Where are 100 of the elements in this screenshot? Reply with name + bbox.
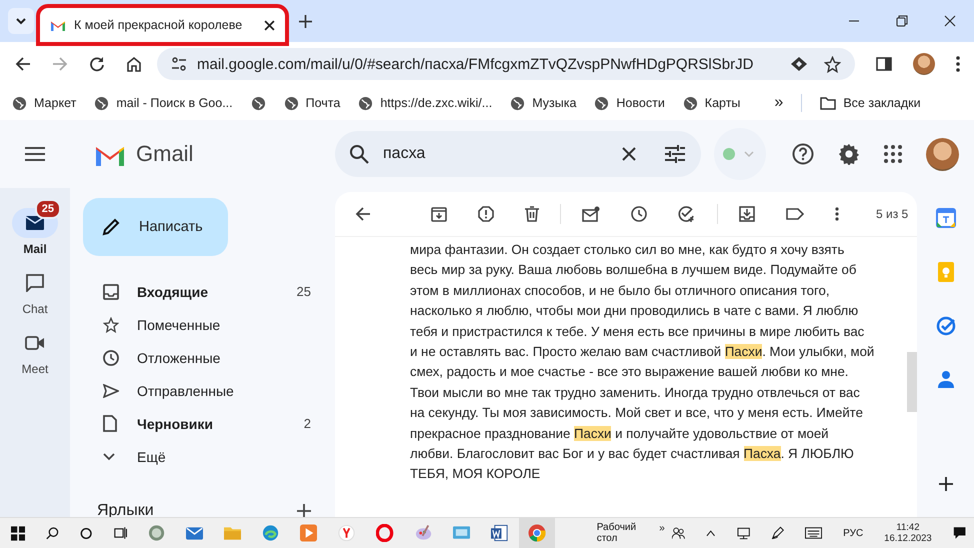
apps-grid-icon[interactable]: [884, 145, 902, 163]
globe-icon: [284, 96, 299, 110]
search-bar[interactable]: пасха: [335, 131, 701, 177]
contacts-person-icon[interactable]: [938, 370, 954, 388]
clear-icon[interactable]: [621, 146, 637, 162]
more-bookmarks-button[interactable]: »: [774, 94, 784, 112]
close-icon[interactable]: [264, 20, 275, 30]
search-icon[interactable]: [46, 526, 60, 540]
rail-nav-item[interactable]: 25 Mail: [8, 198, 62, 256]
address-bar[interactable]: mail.google.com/mail/u/0/#search/пасха/FMfcgxmZTvQZvspPNwfHDgPQRSlSbrJD: [157, 48, 855, 80]
folder-item[interactable]: Отправленные: [83, 374, 335, 407]
site-settings-icon[interactable]: [171, 57, 187, 71]
clock-icon: [103, 350, 119, 366]
gmail-favicon-icon: [50, 19, 66, 31]
mail-envelope-icon[interactable]: [186, 525, 204, 541]
back-icon[interactable]: [355, 207, 371, 221]
globe-icon: [358, 96, 374, 110]
account-avatar[interactable]: [926, 138, 959, 170]
paint-palette-icon[interactable]: [414, 524, 432, 542]
help-icon[interactable]: [792, 143, 814, 165]
unread-count-badge: 25: [34, 199, 61, 219]
circle-icon[interactable]: [80, 526, 93, 540]
add-icon[interactable]: [297, 504, 311, 518]
compose-button[interactable]: Написать: [83, 198, 228, 256]
bookmark-link[interactable]: Музыка: [510, 96, 576, 110]
bookmark-link[interactable]: Карты: [682, 96, 740, 110]
bookmark-link[interactable]: mail - Поиск в Goo...: [94, 96, 233, 110]
bookmark-link[interactable]: Маркет: [12, 96, 76, 110]
archive-icon[interactable]: [431, 206, 447, 222]
rail-nav-item[interactable]: Chat: [8, 258, 62, 316]
yandex-browser-icon[interactable]: [338, 524, 356, 542]
more-icon[interactable]: [835, 207, 839, 221]
bookmark-link[interactable]: Почта: [284, 96, 340, 110]
tasks-check-icon[interactable]: [936, 316, 956, 336]
toolbar-expand-button[interactable]: »: [659, 522, 665, 534]
close-icon[interactable]: [944, 15, 956, 27]
media-player-icon[interactable]: [300, 524, 318, 542]
calendar-icon[interactable]: [936, 208, 956, 228]
add-task-icon[interactable]: [678, 205, 696, 223]
home-icon[interactable]: [126, 56, 142, 72]
desktop-toolbar-label[interactable]: Рабочий стол: [596, 522, 656, 544]
settings-icon[interactable]: [838, 143, 860, 165]
rail-nav-item[interactable]: Meet: [8, 318, 62, 376]
label-tag-icon[interactable]: [786, 208, 804, 220]
chevron-down-icon: [103, 452, 115, 460]
notification-icon[interactable]: [952, 526, 966, 540]
folder-item[interactable]: Входящие 25: [83, 275, 335, 308]
opera-browser-icon[interactable]: [376, 524, 394, 542]
globe-icon: [510, 96, 526, 110]
restore-icon[interactable]: [896, 15, 908, 27]
folder-item[interactable]: Помеченные: [83, 308, 335, 341]
edge-browser-icon[interactable]: [262, 524, 280, 542]
more-icon[interactable]: [956, 56, 960, 72]
profile-avatar[interactable]: [913, 53, 935, 75]
inbox-icon: [103, 284, 119, 300]
pagination-count: 5 из 5: [876, 207, 908, 221]
bookmark-globe-icon[interactable]: [250, 96, 266, 110]
reload-icon[interactable]: [89, 56, 105, 72]
input-language-indicator[interactable]: РУС: [843, 528, 864, 538]
app-disc-icon[interactable]: [148, 524, 166, 542]
windows-start-icon[interactable]: [11, 526, 26, 540]
globe-icon: [12, 96, 27, 110]
move-to-inbox-icon[interactable]: [739, 206, 755, 222]
keyboard-icon[interactable]: [805, 527, 822, 539]
bookmark-link[interactable]: https://de.zxc.wiki/...: [358, 96, 492, 110]
taskbar-app-button[interactable]: [518, 518, 555, 548]
browser-tab[interactable]: К моей прекрасной королеве: [40, 8, 285, 42]
folder-icon: [820, 96, 836, 110]
new-tab-icon[interactable]: [299, 14, 312, 28]
diamond-icon[interactable]: [790, 56, 808, 72]
bookmark-link[interactable]: Новости: [594, 96, 665, 110]
labels-heading: Ярлыки: [97, 502, 154, 520]
tab-list-button[interactable]: [8, 8, 34, 34]
gmail-logo-text: Gmail: [136, 141, 194, 167]
menu-icon[interactable]: [25, 147, 45, 161]
people-icon[interactable]: [672, 526, 686, 540]
mark-unread-icon[interactable]: [582, 206, 600, 222]
trash-icon[interactable]: [525, 206, 539, 222]
search-input[interactable]: пасха: [381, 144, 609, 164]
star-icon: [103, 316, 119, 332]
task-view-icon[interactable]: [114, 526, 128, 540]
star-icon[interactable]: [824, 56, 841, 72]
filter-sliders-icon[interactable]: [665, 145, 685, 163]
folder-item[interactable]: Ещё: [83, 440, 335, 473]
folder-item[interactable]: Отложенные: [83, 341, 335, 374]
back-icon[interactable]: [15, 56, 31, 72]
add-icon[interactable]: [938, 477, 952, 491]
all-bookmarks-link[interactable]: Все закладки: [820, 96, 921, 110]
report-spam-icon[interactable]: [478, 206, 494, 222]
folder-item[interactable]: Черновики 2: [83, 407, 335, 440]
network-icon[interactable]: [736, 526, 750, 540]
chevron-up-icon[interactable]: [706, 529, 716, 537]
side-panel-icon[interactable]: [876, 56, 892, 72]
clock-icon[interactable]: [631, 206, 647, 222]
clock[interactable]: 11:42 16.12.2023: [884, 522, 932, 544]
pen-icon[interactable]: [770, 526, 784, 540]
scrollbar-thumb[interactable]: [907, 352, 917, 412]
mail-icon: [26, 216, 44, 230]
search-icon[interactable]: [349, 144, 369, 164]
word-document-icon[interactable]: [490, 524, 508, 542]
